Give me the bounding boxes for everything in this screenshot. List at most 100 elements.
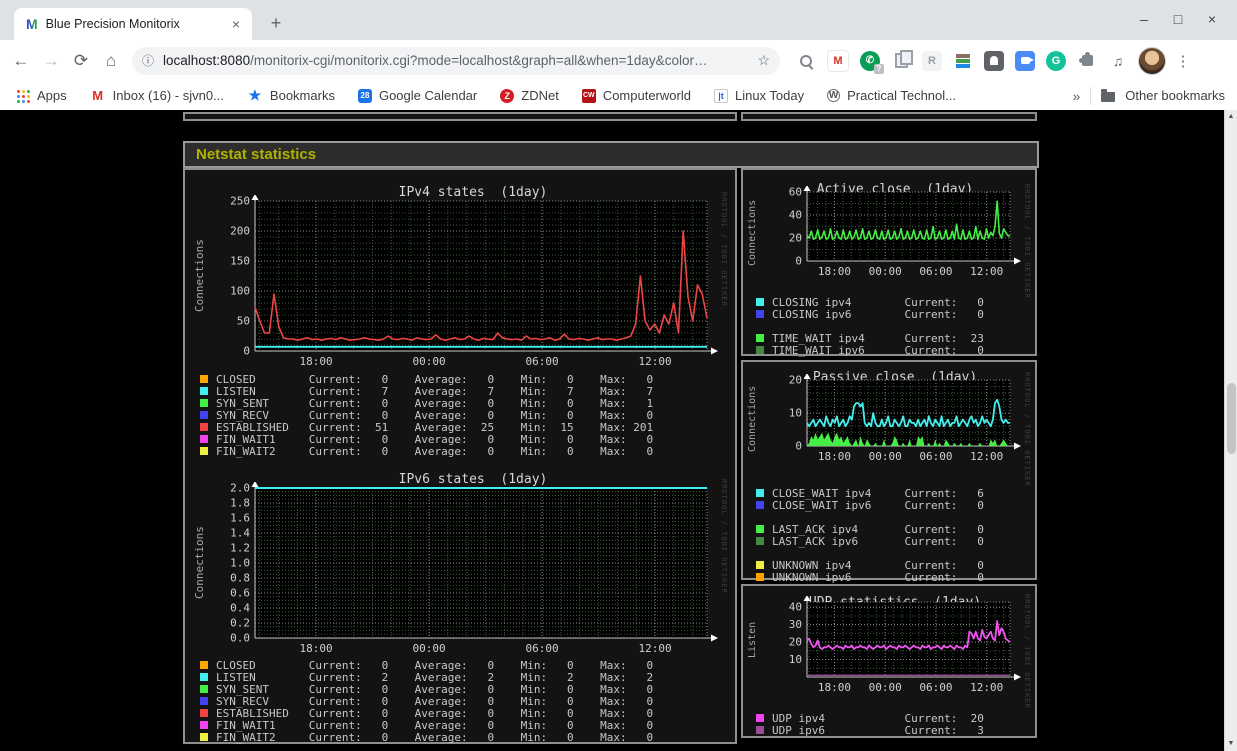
scrollbar[interactable]: ▲ ▼ — [1224, 110, 1237, 751]
chart-plot-ipv4: 0 50 100 150 200 250 18:00 00:00 06:00 12:00 — [209, 194, 725, 378]
legend-row: SYN_RECV Current: 0 Average: 0 Min: 0 Ma… — [200, 409, 653, 422]
tab-monitorix[interactable]: M Blue Precision Monitorix × — [14, 8, 252, 40]
scrollbar-thumb[interactable] — [1226, 383, 1236, 454]
url-text[interactable]: localhost:8080/monitorix-cgi/monitorix.c… — [163, 53, 749, 68]
legend-row: UNKNOWN ipv4 Current: 0 — [756, 559, 984, 572]
extension-books-icon[interactable] — [953, 51, 973, 71]
reload-button[interactable]: ⟳ — [66, 51, 96, 71]
chart-legend-ipv6: CLOSED Current: 0 Average: 0 Min: 0 Max:… — [200, 659, 654, 744]
page-content: Netstat statistics IPv4 states (1day) Co… — [0, 110, 1237, 751]
scroll-down-icon[interactable]: ▼ — [1225, 737, 1237, 751]
svg-text:40: 40 — [789, 209, 802, 222]
back-button[interactable]: ← — [6, 51, 36, 71]
close-button[interactable]: × — [1195, 8, 1229, 32]
extension-search-icon[interactable] — [796, 51, 816, 71]
url-host: localhost:8080 — [163, 53, 251, 68]
svg-text:10: 10 — [789, 407, 802, 420]
svg-text:18:00: 18:00 — [299, 355, 332, 368]
extension-gram-icon[interactable]: G — [1046, 50, 1066, 71]
bookmark-bookmarks[interactable]: ★ Bookmarks — [247, 87, 335, 104]
bookmark-google-calendar[interactable]: 28 Google Calendar — [357, 88, 477, 103]
svg-text:100: 100 — [230, 285, 250, 298]
legend-swatch — [200, 685, 208, 693]
bookmark-linux-today[interactable]: |t Linux Today — [713, 88, 805, 103]
address-bar[interactable]: ⓘ localhost:8080/monitorix-cgi/monitorix… — [132, 46, 780, 75]
profile-avatar[interactable] — [1138, 46, 1166, 75]
bookmark-practical-technol[interactable]: W Practical Technol... — [827, 88, 956, 103]
svg-text:06:00: 06:00 — [525, 355, 558, 368]
other-bookmarks[interactable]: Other bookmarks — [1125, 88, 1225, 103]
svg-text:00:00: 00:00 — [412, 355, 445, 368]
extension-copy-icon[interactable] — [891, 50, 913, 71]
legend-text: FIN_WAIT2 Current: 0 Average: 0 Min: 0 M… — [216, 730, 654, 744]
new-tab-button[interactable]: + — [262, 10, 290, 38]
legend-row: LAST_ACK ipv6 Current: 0 — [756, 535, 984, 548]
legend-swatch — [200, 411, 208, 419]
svg-text:06:00: 06:00 — [919, 450, 952, 463]
svg-text:60: 60 — [789, 186, 802, 199]
extension-r-icon[interactable]: R — [922, 50, 942, 71]
svg-text:00:00: 00:00 — [412, 642, 445, 655]
star-icon: ★ — [248, 87, 262, 103]
bookmark-label: Bookmarks — [269, 88, 335, 103]
bookmark-star-icon[interactable]: ☆ — [757, 52, 770, 69]
legend-row: CLOSE_WAIT ipv4 Current: 6 — [756, 487, 984, 500]
minimize-button[interactable]: – — [1127, 8, 1161, 32]
extension-person-icon[interactable] — [984, 50, 1004, 71]
scroll-up-icon[interactable]: ▲ — [1225, 110, 1237, 124]
chart-canvas: 0.0 0.2 0.4 0.6 0.8 1.0 1.2 1.4 1.6 1.8 2.0 18:00 00… — [230, 481, 718, 655]
legend-swatch — [756, 310, 764, 318]
bookmark-items: Apps M Inbox (16) - sjvn0... ★ Bookmarks 28 Go… — [14, 87, 979, 104]
legend-text: FIN_WAIT2 Current: 0 Average: 0 Min: 0 M… — [216, 444, 654, 458]
svg-text:12:00: 12:00 — [970, 681, 1003, 694]
maximize-button[interactable]: □ — [1161, 8, 1195, 32]
legend-text: TIME_WAIT ipv6 Current: 0 — [772, 343, 984, 357]
svg-text:2.0: 2.0 — [230, 482, 250, 495]
svg-text:18:00: 18:00 — [818, 450, 851, 463]
legend-row: LISTEN Current: 7 Average: 7 Min: 7 Max:… — [200, 385, 653, 398]
legend-swatch — [200, 423, 208, 431]
tab-close-icon[interactable]: × — [228, 16, 244, 32]
bookmark-label: Linux Today — [734, 88, 805, 103]
chart-legend-passive: CLOSE_WAIT ipv4 Current: 6 CLOSE_WAIT ipv… — [756, 487, 984, 584]
svg-text:00:00: 00:00 — [869, 265, 902, 278]
browser-menu-icon[interactable]: ⋮ — [1172, 52, 1194, 70]
home-button[interactable]: ⌂ — [96, 51, 126, 71]
svg-text:00:00: 00:00 — [869, 450, 902, 463]
page-info-icon[interactable]: ⓘ — [142, 52, 154, 69]
browser-window: M Blue Precision Monitorix × + – □ × ← →… — [0, 0, 1237, 751]
extension-playlist-icon[interactable]: ♫ — [1108, 51, 1128, 71]
y-axis-label-active: Connections — [747, 199, 758, 266]
svg-text:20: 20 — [789, 636, 802, 649]
legend-row: UDP ipv6 Current: 3 — [756, 724, 984, 737]
bookmark-zdnet[interactable]: Z ZDNet — [500, 88, 559, 103]
extension-voice-icon[interactable]: ✆? — [860, 50, 884, 74]
bookmarks-bar: Apps M Inbox (16) - sjvn0... ★ Bookmarks 28 Go… — [0, 81, 1237, 110]
extension-gmail-icon[interactable]: M — [827, 49, 849, 72]
chart-legend-active: CLOSING ipv4 Current: 0 CLOSING ipv6 Curr… — [756, 296, 984, 357]
chart-legend-ipv4: CLOSED Current: 0 Average: 0 Min: 0 Max:… — [200, 373, 654, 458]
bookmark-inbox-16-sjvn0[interactable]: M Inbox (16) - sjvn0... — [90, 88, 224, 104]
svg-text:00:00: 00:00 — [869, 681, 902, 694]
chart-canvas: 10 20 30 40 18:00 00:00 06:00 12:00 — [789, 595, 1021, 694]
bookmark-computerworld[interactable]: CW Computerworld — [581, 88, 691, 103]
forward-button[interactable]: → — [36, 51, 66, 71]
legend-swatch — [756, 573, 764, 581]
y-axis-label-ipv6: Connections — [193, 526, 206, 600]
chart-plot-passive: 0 10 20 18:00 00:00 06:00 12:00 — [777, 373, 1028, 473]
bookmark-apps[interactable]: Apps — [14, 88, 67, 104]
legend-row: ESTABLISHED Current: 0 Average: 0 Min: 0… — [200, 707, 653, 720]
bookmarks-overflow-icon[interactable]: » — [1073, 88, 1081, 104]
bookmark-label: Computerworld — [602, 88, 691, 103]
legend-swatch — [756, 537, 764, 545]
rrdtool-watermark: RRDTOOL / TOBI OETIKER — [720, 192, 728, 307]
legend-row: UDP ipv4 Current: 20 — [756, 712, 984, 725]
legend-swatch — [756, 714, 764, 722]
tab-strip: M Blue Precision Monitorix × + – □ × — [0, 0, 1237, 40]
legend-swatch — [200, 375, 208, 383]
svg-text:06:00: 06:00 — [525, 642, 558, 655]
extension-puzzle-icon[interactable] — [1077, 51, 1097, 71]
svg-text:12:00: 12:00 — [638, 355, 671, 368]
extension-zoom-icon[interactable] — [1015, 50, 1035, 71]
svg-text:0.0: 0.0 — [230, 632, 250, 645]
